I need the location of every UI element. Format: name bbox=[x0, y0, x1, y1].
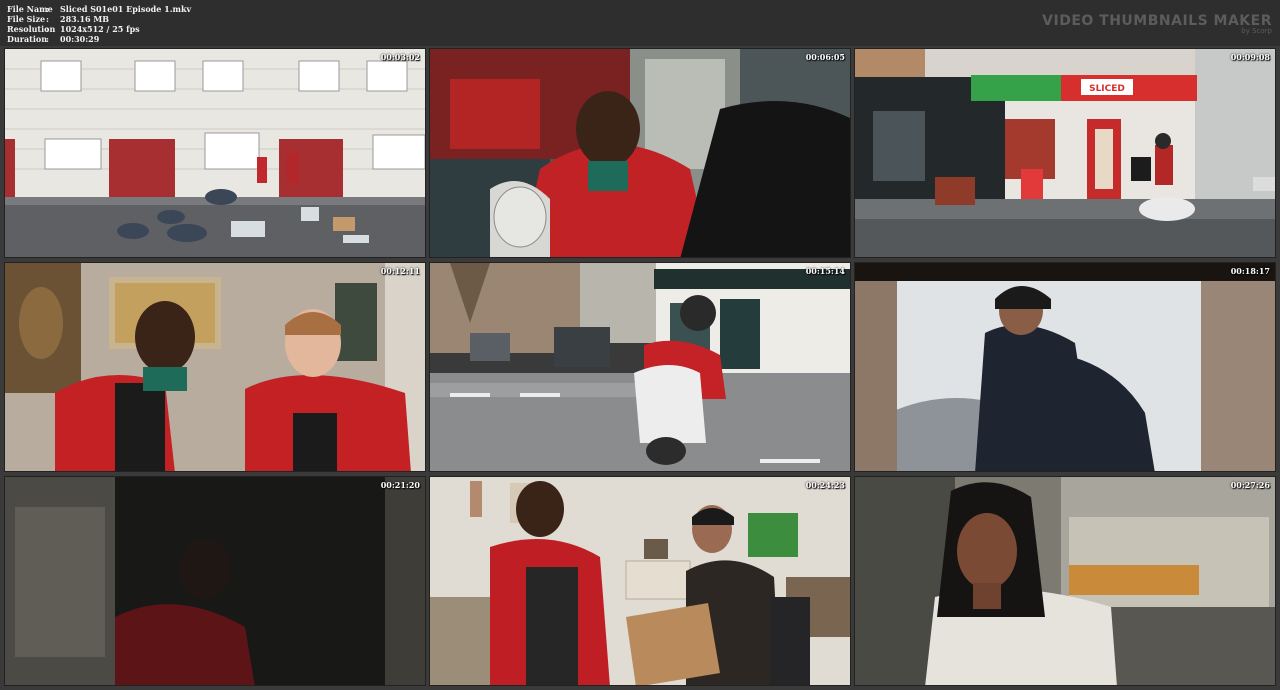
info-label: Duration bbox=[7, 34, 48, 44]
thumbnail-3[interactable]: SLICED 00:09:08 bbox=[854, 48, 1276, 258]
thumbnail-9[interactable]: 00:27:26 bbox=[854, 476, 1276, 686]
info-separator: : bbox=[46, 14, 49, 24]
info-header: File Name : Sliced S01e01 Episode 1.mkv … bbox=[0, 0, 1280, 46]
info-separator: : bbox=[46, 4, 49, 14]
timestamp: 00:06:05 bbox=[805, 52, 845, 62]
timestamp: 00:24:23 bbox=[805, 480, 845, 490]
thumbnail-image bbox=[855, 263, 1275, 471]
thumbnail-8[interactable]: 00:24:23 bbox=[429, 476, 851, 686]
info-value: 283.16 MB bbox=[60, 14, 110, 24]
timestamp: 00:12:11 bbox=[380, 266, 420, 276]
thumbnail-2[interactable]: 00:06:05 bbox=[429, 48, 851, 258]
info-row-filesize: File Size : 283.16 MB bbox=[7, 14, 191, 24]
thumbnail-5[interactable]: 00:15:14 bbox=[429, 262, 851, 472]
timestamp: 00:09:08 bbox=[1230, 52, 1270, 62]
info-separator: : bbox=[46, 34, 49, 44]
info-label: Resolution bbox=[7, 24, 56, 34]
timestamp: 00:21:20 bbox=[380, 480, 420, 490]
contact-sheet: File Name : Sliced S01e01 Episode 1.mkv … bbox=[0, 0, 1280, 690]
thumbnail-image bbox=[430, 477, 850, 685]
timestamp: 00:15:14 bbox=[805, 266, 845, 276]
thumbnail-image bbox=[5, 477, 425, 685]
thumbnail-image bbox=[5, 49, 425, 257]
brand-watermark: VIDEO THUMBNAILS MAKER by Scorp bbox=[1042, 13, 1272, 35]
timestamp: 00:27:26 bbox=[1230, 480, 1270, 490]
thumbnail-image bbox=[5, 263, 425, 471]
shop-sign: SLICED bbox=[1089, 84, 1125, 94]
thumbnail-7[interactable]: 00:21:20 bbox=[4, 476, 426, 686]
info-row-duration: Duration : 00:30:29 bbox=[7, 34, 191, 44]
thumbnail-image bbox=[855, 477, 1275, 685]
thumbnail-image bbox=[430, 49, 850, 257]
timestamp: 00:18:17 bbox=[1230, 266, 1270, 276]
info-value: 1024x512 / 25 fps bbox=[60, 24, 140, 34]
info-row-filename: File Name : Sliced S01e01 Episode 1.mkv bbox=[7, 4, 191, 14]
thumbnail-6[interactable]: 00:18:17 bbox=[854, 262, 1276, 472]
thumbnail-4[interactable]: 00:12:11 bbox=[4, 262, 426, 472]
thumbnail-grid: 00:03:02 00:06:05 SLICED 00:09:08 00:12:… bbox=[4, 48, 1276, 686]
info-value: 00:30:29 bbox=[60, 34, 100, 44]
brand-title: VIDEO THUMBNAILS MAKER bbox=[1042, 13, 1272, 29]
info-row-resolution: Resolution : 1024x512 / 25 fps bbox=[7, 24, 191, 34]
timestamp: 00:03:02 bbox=[380, 52, 420, 62]
info-value: Sliced S01e01 Episode 1.mkv bbox=[60, 4, 192, 14]
thumbnail-1[interactable]: 00:03:02 bbox=[4, 48, 426, 258]
info-label: File Name bbox=[7, 4, 53, 14]
info-separator: : bbox=[46, 24, 49, 34]
thumbnail-image bbox=[430, 263, 850, 471]
thumbnail-image: SLICED bbox=[855, 49, 1275, 257]
file-info: File Name : Sliced S01e01 Episode 1.mkv … bbox=[7, 4, 191, 44]
info-label: File Size bbox=[7, 14, 46, 24]
